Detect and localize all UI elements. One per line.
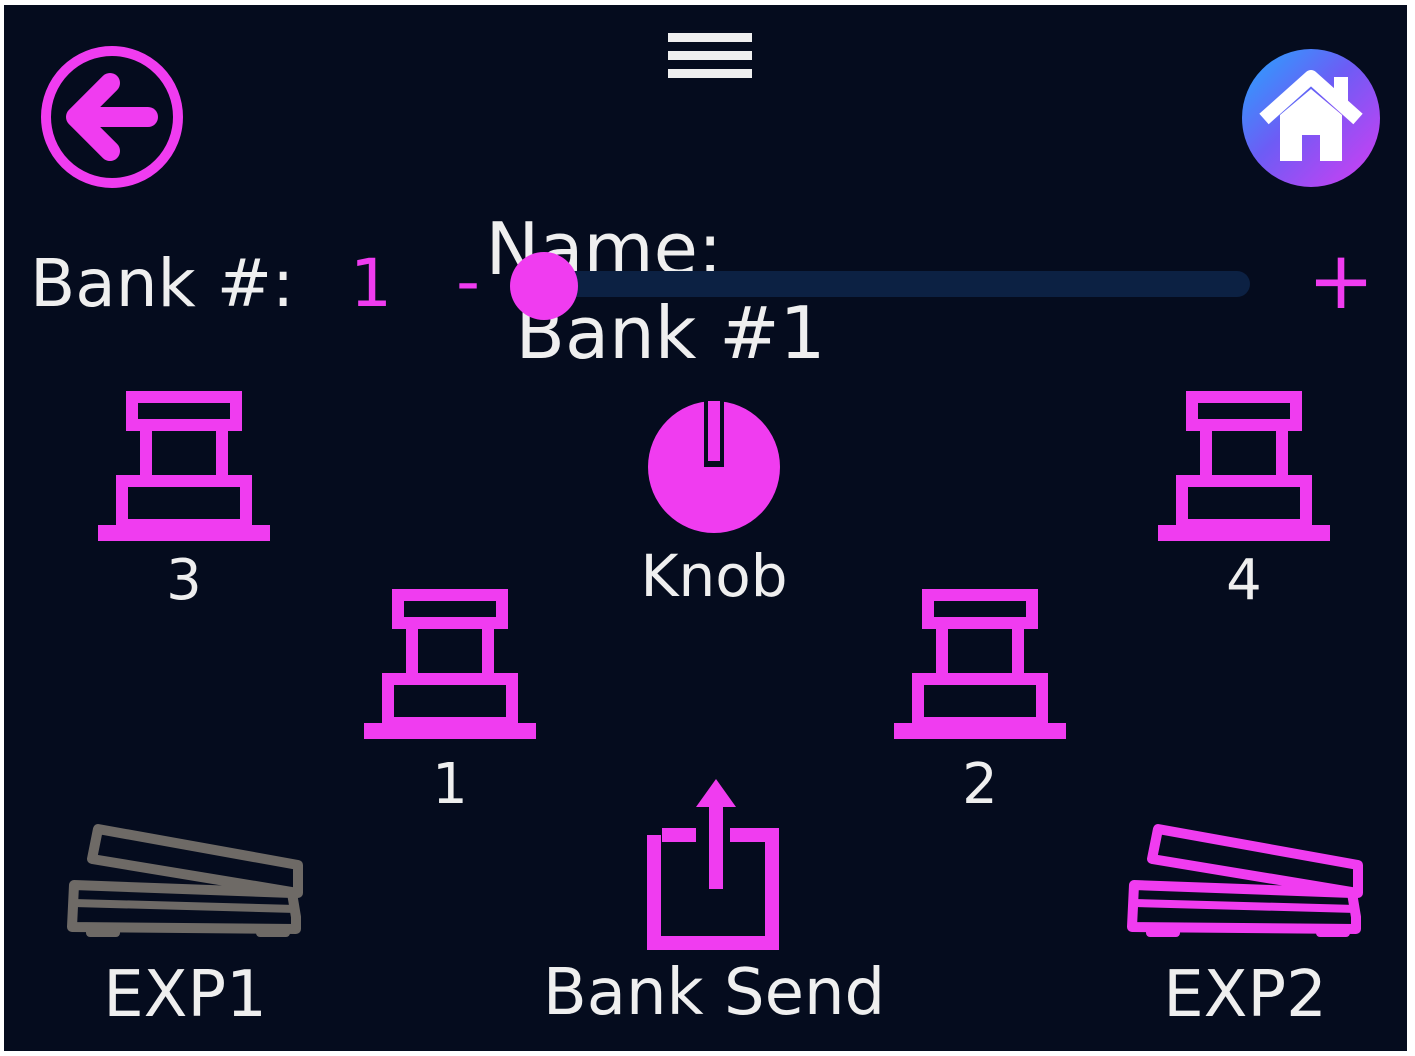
bank-send-button[interactable]: Bank Send (524, 773, 904, 1030)
footswitch-4[interactable]: 4 (1154, 391, 1334, 613)
arrow-left-circle-icon (41, 46, 183, 188)
footswitch-1[interactable]: 1 (360, 589, 540, 813)
share-upload-icon (647, 779, 779, 950)
expression-pedal-icon (67, 824, 303, 937)
footswitch-3[interactable]: 3 (94, 391, 274, 613)
bank-number-value: 1 (350, 245, 392, 322)
footswitch-icon (364, 589, 536, 739)
knob-label: Knob (640, 542, 788, 610)
expression-pedal-icon (1127, 824, 1363, 937)
exp2-pedal[interactable]: EXP2 (1120, 823, 1370, 1027)
footswitch-2-label: 2 (962, 752, 998, 817)
bank-name-title: Name: Bank #1 (394, 123, 1034, 375)
footswitch-2[interactable]: 2 (890, 589, 1070, 813)
footswitch-4-label: 4 (1226, 548, 1262, 613)
knob-icon (648, 397, 780, 533)
home-icon (1259, 70, 1363, 161)
footswitch-icon (98, 391, 270, 541)
bank-number-label: Bank #: (30, 245, 295, 322)
footswitch-1-label: 1 (432, 752, 468, 817)
menu-button[interactable] (664, 27, 756, 87)
footswitch-icon (894, 589, 1066, 739)
footswitch-3-label: 3 (166, 548, 202, 613)
increment-button[interactable]: + (1306, 241, 1376, 323)
exp2-label: EXP2 (1163, 958, 1327, 1032)
hamburger-menu-icon (668, 33, 752, 78)
bank-settings-screen: Name: Bank #1 Bank #: 1 - + 3 4 1 2 Knob… (4, 5, 1407, 1051)
bank-slider-thumb[interactable] (510, 252, 578, 320)
home-button[interactable] (1242, 49, 1380, 187)
decrement-button[interactable]: - (444, 243, 492, 323)
knob-control[interactable]: Knob (604, 397, 824, 612)
bank-slider-track[interactable] (544, 271, 1250, 297)
footswitch-icon (1158, 391, 1330, 541)
back-button[interactable] (40, 45, 188, 193)
exp1-pedal[interactable]: EXP1 (60, 823, 310, 1027)
bank-send-label: Bank Send (542, 956, 886, 1030)
exp1-label: EXP1 (103, 958, 267, 1032)
